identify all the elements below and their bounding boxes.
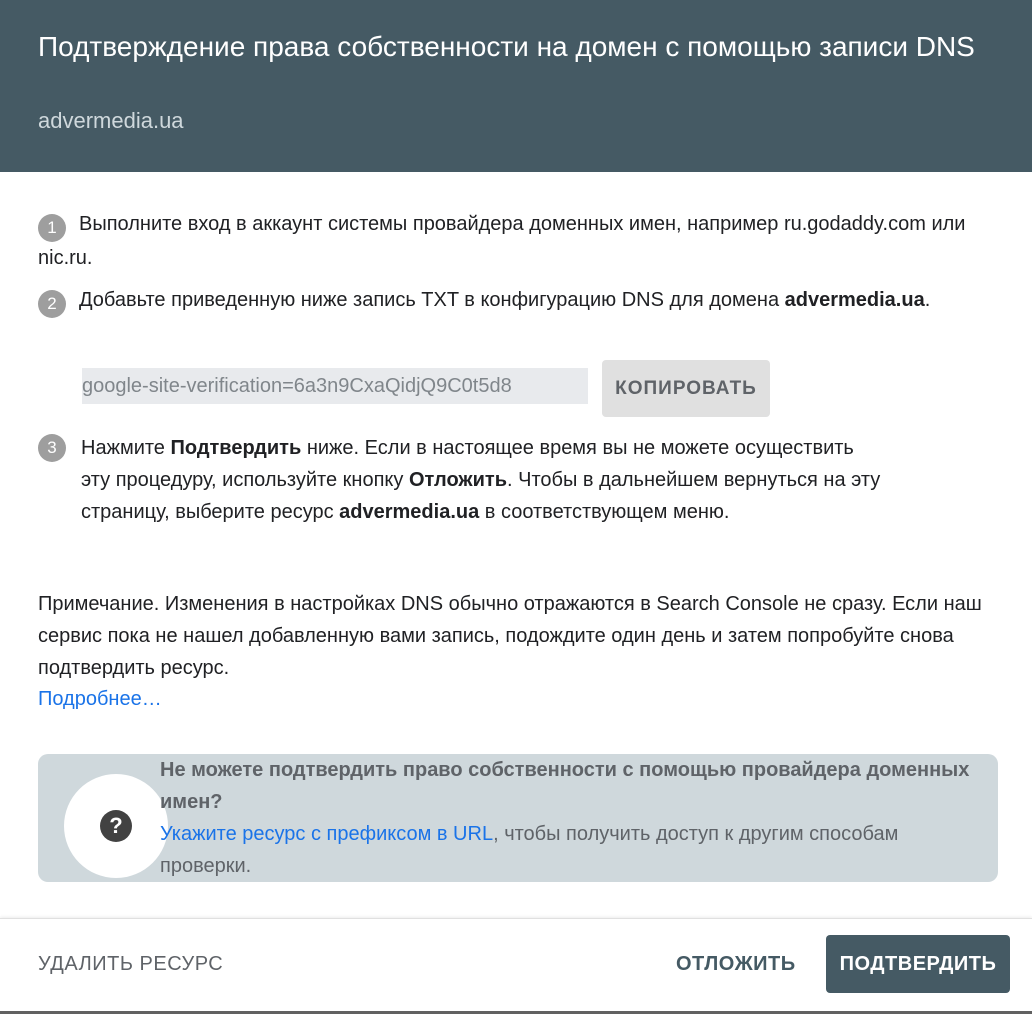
copy-button[interactable]: КОПИРОВАТЬ xyxy=(602,360,770,417)
step-3-bold-domain: advermedia.ua xyxy=(339,501,480,523)
dialog-footer: УДАЛИТЬ РЕСУРС ОТЛОЖИТЬ ПОДТВЕРДИТЬ xyxy=(0,918,1032,1015)
note-text: Примечание. Изменения в настройках DNS о… xyxy=(38,593,982,679)
info-card-body: Укажите ресурс с префиксом в URL, чтобы … xyxy=(160,818,980,882)
url-prefix-link[interactable]: Укажите ресурс с префиксом в URL xyxy=(160,823,493,845)
step-2: 2 Добавьте приведенную ниже запись TXT в … xyxy=(38,284,998,318)
dialog-title: Подтверждение права собственности на дом… xyxy=(38,31,975,62)
step-2-text: Добавьте приведенную ниже запись TXT в к… xyxy=(79,289,785,311)
delete-resource-button[interactable]: УДАЛИТЬ РЕСУРС xyxy=(38,947,223,981)
step-2-text-end: . xyxy=(924,289,931,311)
dialog-domain: advermedia.ua xyxy=(38,108,184,133)
step-1-text: Выполните вход в аккаунт системы провайд… xyxy=(38,213,966,269)
help-icon: ? xyxy=(100,810,132,842)
txt-record-field[interactable]: google-site-verification=6a3n9CxaQidjQ9C… xyxy=(82,368,588,404)
step-number-3: 3 xyxy=(38,434,66,462)
step-number-1: 1 xyxy=(38,214,66,242)
dialog-header: Подтверждение права собственности на дом… xyxy=(0,0,1032,172)
step-number-2: 2 xyxy=(38,290,66,318)
step-3-bold-later: Отложить xyxy=(408,469,507,491)
step-3-text: Нажмите Подтвердить ниже. Если в настоящ… xyxy=(81,432,881,528)
step-1: 1 Выполните вход в аккаунт системы провай… xyxy=(38,208,998,274)
learn-more-link[interactable]: Подробнее… xyxy=(38,683,162,715)
step-3-part4: в соответствующем меню. xyxy=(479,501,730,523)
step-3-part1: Нажмите xyxy=(81,437,171,459)
info-card-text: Не можете подтвердить право собственност… xyxy=(160,754,980,882)
help-icon-circle: ? xyxy=(64,774,168,878)
step-2-domain: advermedia.ua xyxy=(784,289,925,311)
later-button[interactable]: ОТЛОЖИТЬ xyxy=(676,947,796,981)
info-card-heading: Не можете подтвердить право собственност… xyxy=(160,759,970,813)
info-card: ? Не можете подтвердить право собственно… xyxy=(38,754,998,882)
step-3-bold-verify: Подтвердить xyxy=(170,437,302,459)
verify-button[interactable]: ПОДТВЕРДИТЬ xyxy=(826,935,1010,993)
